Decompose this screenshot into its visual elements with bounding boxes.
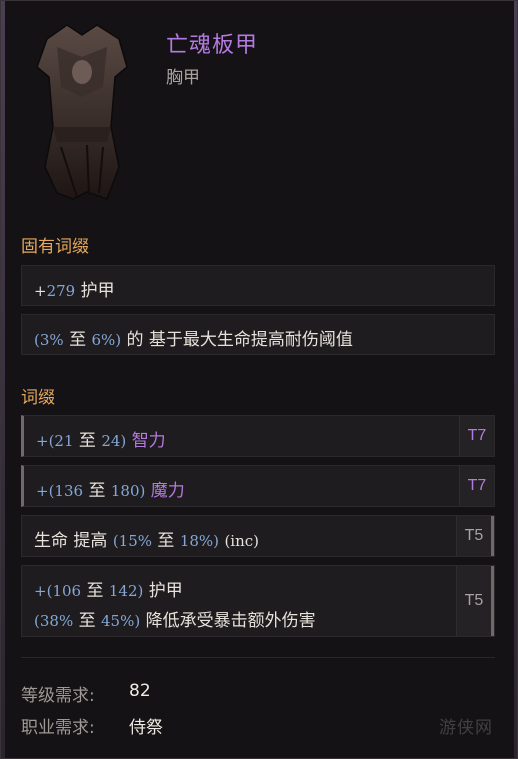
range-max: 45% [101,612,135,630]
chest-armor-icon [36,24,128,200]
affix-label: 魔力 [150,481,185,501]
affix-prefix: +( [36,482,55,500]
divider [21,657,495,658]
implicit-plus: + [34,282,47,300]
item-type: 胸甲 [166,68,200,88]
range-to: 至 [78,611,96,631]
implicit-label: 护甲 [80,281,115,301]
affix-suffix: (inc) [224,532,260,550]
range-min: 136 [54,482,84,500]
tier-badge: T5 [456,566,494,636]
paren-close: ) [120,432,127,450]
tier-badge: T5 [456,516,494,556]
affix-label: 降低承受暴击额外伤害 [145,611,316,631]
affix-row-intelligence: +(21 至 24) 智力 T7 [21,415,495,457]
item-tooltip: 亡魂板甲 胸甲 固有词缀 +279 护甲 (3% 至 6%) 的 基于最大生命提… [0,0,518,759]
range-to: 至 [69,330,87,350]
level-requirement-value: 82 [129,681,151,701]
affix-label: 生命 提高 [34,531,108,551]
affix-row-life: 生命 提高 (15% 至 18%) (inc) T5 [21,515,495,557]
implicit-value: 279 [46,282,76,300]
range-min: 15% [118,532,153,550]
implicit-row-threshold: (3% 至 6%) 的 基于最大生命提高耐伤阈值 [21,314,495,355]
paren-close: ) [115,331,122,349]
implicit-row-armor: +279 护甲 [21,265,495,306]
range-max: 24 [101,432,121,450]
affix-row-armor-crit: +(106 至 142) 护甲 (38% 至 45%) 降低承受暴击额外伤害 T… [21,565,495,637]
paren-close: ) [139,482,146,500]
affix-label: 智力 [131,431,166,451]
tier-badge: T7 [459,416,494,456]
range-max: 18% [179,532,214,550]
range-to: 至 [78,431,96,451]
range-to: 至 [157,531,175,551]
tier-badge: T7 [459,466,494,506]
affix-label: 护甲 [148,581,183,601]
range-to: 至 [88,481,106,501]
range-min: 21 [54,432,74,450]
range-max: 6% [91,331,116,349]
level-requirement-label: 等级需求: [21,686,95,706]
class-requirement-label: 职业需求: [21,718,95,738]
affix-row-mana: +(136 至 180) 魔力 T7 [21,465,495,507]
range-min: 3% [39,331,64,349]
watermark: 游侠网 [439,718,493,738]
range-min: 38% [39,612,74,630]
item-name: 亡魂板甲 [166,33,259,58]
paren-close: ) [134,612,141,630]
implicit-label: 的 基于最大生命提高耐伤阈值 [126,330,353,350]
range-max: 180 [110,482,140,500]
range-min: 106 [52,582,82,600]
class-requirement-value: 侍祭 [129,718,163,738]
affix-prefix: +( [34,582,53,600]
affix-section-title: 词缀 [21,388,55,408]
implicit-section-title: 固有词缀 [21,237,89,257]
range-to: 至 [86,581,104,601]
affix-prefix: +( [36,432,55,450]
paren-close: ) [213,532,220,550]
paren-close: ) [137,582,144,600]
range-max: 142 [108,582,138,600]
